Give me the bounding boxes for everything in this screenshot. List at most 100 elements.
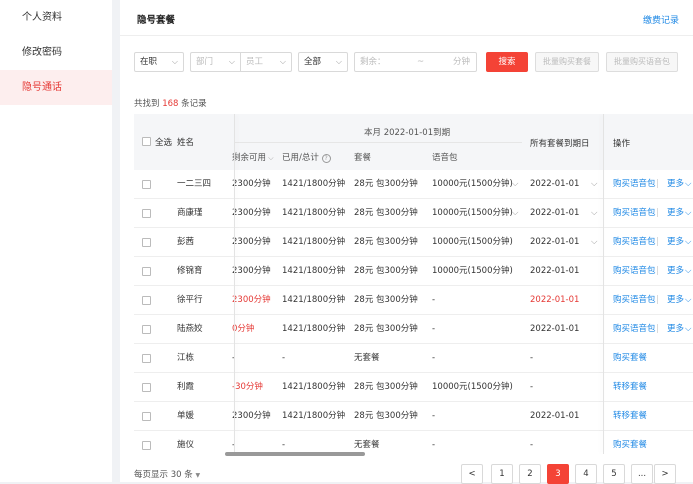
fee-record-link[interactable]: 缴费记录 — [643, 13, 679, 26]
row-primary-action[interactable]: 购买语音包 — [613, 199, 656, 228]
used-total: 1421/1800分钟 — [282, 266, 346, 276]
row-checkbox[interactable] — [142, 412, 151, 421]
help-icon[interactable]: ? — [321, 154, 331, 163]
filter-bar: 在职 ⌵ 部门 ⌵ 员工 ⌵ 全部 ⌵ 剩余： ~ 分钟 搜索 批量购买套餐 批… — [134, 52, 689, 72]
row-checkbox[interactable] — [142, 180, 151, 189]
package-scope-value: 全部 — [304, 57, 322, 67]
sidebar: 个人资料 修改密码 隐号通话 — [0, 0, 112, 482]
row-more-action[interactable]: 更多 — [667, 257, 684, 286]
select-all-checkbox[interactable] — [142, 137, 151, 146]
page-button[interactable]: 5 — [603, 464, 625, 484]
used-total: - — [282, 353, 286, 363]
row-primary-action[interactable]: 转移套餐 — [613, 373, 647, 402]
table-header: 全选 姓名 本月 2022-01-01到期 剩余可用 ⌵ 已用/总计 ? 套餐 … — [134, 114, 693, 170]
prev-page-button[interactable]: < — [461, 464, 483, 484]
row-checkbox[interactable] — [142, 238, 151, 247]
employee-name: 彭茜 — [177, 237, 195, 247]
caret-down-icon: ▼ — [195, 472, 201, 479]
action-separator: | — [656, 208, 659, 218]
employee-name: 陆燕姣 — [177, 324, 203, 334]
expire-date: 2022-01-01 — [530, 266, 580, 276]
package-name: 28元 包300分钟 — [354, 382, 418, 392]
row-checkbox[interactable] — [142, 267, 151, 276]
status-select[interactable]: 在职 ⌵ — [134, 52, 184, 72]
row-more-action[interactable]: 更多 — [667, 228, 684, 257]
used-total: 1421/1800分钟 — [282, 295, 346, 305]
page-button[interactable]: 2 — [519, 464, 541, 484]
row-checkbox[interactable] — [142, 296, 151, 305]
horizontal-scrollbar[interactable] — [225, 452, 365, 456]
employee-name: 江栋 — [177, 353, 195, 363]
row-primary-action[interactable]: 购买语音包 — [613, 286, 656, 315]
row-primary-action[interactable]: 购买语音包 — [613, 170, 656, 199]
search-button[interactable]: 搜索 — [486, 52, 528, 72]
employee-name: 一二三四 — [177, 179, 212, 189]
employee-name: 徐平行 — [177, 295, 203, 305]
row-more-action[interactable]: 更多 — [667, 170, 684, 199]
row-primary-action[interactable]: 转移套餐 — [613, 402, 647, 431]
chevron-down-icon[interactable]: ⌵ — [591, 170, 597, 199]
chevron-down-icon: ⌵ — [171, 57, 178, 66]
action-separator: | — [656, 266, 659, 276]
row-primary-action[interactable]: 购买套餐 — [613, 431, 647, 454]
page-button[interactable]: 3 — [547, 464, 569, 484]
sidebar-item-hidden-call[interactable]: 隐号通话 — [0, 70, 112, 105]
chevron-down-icon: ⌵ — [335, 57, 342, 66]
row-checkbox[interactable] — [142, 325, 151, 334]
remaining-minutes: 2300分钟 — [232, 266, 271, 276]
main-panel: 隐号套餐 缴费记录 在职 ⌵ 部门 ⌵ 员工 ⌵ 全部 ⌵ 剩余： ~ 分钟 搜… — [120, 0, 693, 484]
row-primary-action[interactable]: 购买语音包 — [613, 257, 656, 286]
voice-pack: 10000元(1500分钟) — [432, 208, 513, 218]
employee-select[interactable]: 员工 ⌵ — [240, 52, 292, 72]
department-placeholder: 部门 — [196, 57, 214, 67]
action-separator: | — [656, 324, 659, 334]
row-checkbox[interactable] — [142, 383, 151, 392]
remaining-minutes: 2300分钟 — [232, 295, 271, 305]
used-total: 1421/1800分钟 — [282, 237, 346, 247]
chevron-down-icon[interactable]: ⌵ — [591, 228, 597, 257]
record-count-suffix: 条记录 — [181, 99, 207, 109]
department-select[interactable]: 部门 ⌵ — [190, 52, 240, 72]
col-used-header: 已用/总计 ? — [282, 151, 331, 163]
chevron-down-icon[interactable]: ⌵ — [512, 170, 518, 199]
row-checkbox[interactable] — [142, 441, 151, 450]
table-row: 彭茜 2300分钟 1421/1800分钟 28元 包300分钟 10000元(1500… — [134, 228, 693, 257]
page-button[interactable]: 1 — [491, 464, 513, 484]
voice-pack: - — [432, 295, 436, 305]
package-scope-select[interactable]: 全部 ⌵ — [298, 52, 348, 72]
page-button[interactable]: 4 — [575, 464, 597, 484]
row-primary-action[interactable]: 购买语音包 — [613, 315, 656, 344]
voice-pack: - — [432, 324, 436, 334]
package-name: 28元 包300分钟 — [354, 411, 418, 421]
row-more-action[interactable]: 更多 — [667, 315, 684, 344]
col-ops-header: 操作 — [613, 139, 631, 149]
row-primary-action[interactable]: 购买套餐 — [613, 344, 647, 373]
sidebar-item-profile[interactable]: 个人资料 — [0, 0, 112, 35]
row-more-action[interactable]: 更多 — [667, 199, 684, 228]
batch-buy-voice-button[interactable]: 批量购买语音包 — [606, 52, 678, 72]
select-all-label: 全选 — [155, 138, 173, 148]
chevron-down-icon[interactable]: ⌵ — [512, 199, 518, 228]
table-row: 陆燕姣 0分钟 1421/1800分钟 28元 包300分钟 - 2022-01-01 购买… — [134, 315, 693, 344]
row-checkbox[interactable] — [142, 209, 151, 218]
table-row: 一二三四 2300分钟 1421/1800分钟 28元 包300分钟 10000元(15… — [134, 170, 693, 199]
next-page-button[interactable]: > — [654, 464, 676, 484]
sidebar-item-change-password[interactable]: 修改密码 — [0, 35, 112, 70]
chevron-down-icon[interactable]: ⌵ — [591, 199, 597, 228]
package-name: 28元 包300分钟 — [354, 266, 418, 276]
expire-date: 2022-01-01 — [530, 179, 580, 189]
voice-pack: - — [432, 411, 436, 421]
per-page-select[interactable]: 每页显示 30 条 ▼ — [134, 468, 200, 480]
batch-buy-package-button[interactable]: 批量购买套餐 — [535, 52, 599, 72]
row-more-action[interactable]: 更多 — [667, 286, 684, 315]
remaining-range-input[interactable]: 剩余： ~ 分钟 — [354, 52, 477, 72]
col-remaining-header[interactable]: 剩余可用 ⌵ — [232, 151, 274, 163]
page-button[interactable]: ... — [631, 464, 653, 484]
voice-pack: 10000元(1500分钟) — [432, 179, 513, 189]
chevron-left-icon: < — [468, 469, 476, 479]
range-separator: ~ — [417, 57, 425, 67]
row-checkbox[interactable] — [142, 354, 151, 363]
expire-date: 2022-01-01 — [530, 411, 580, 421]
row-primary-action[interactable]: 购买语音包 — [613, 228, 656, 257]
used-total: 1421/1800分钟 — [282, 179, 346, 189]
